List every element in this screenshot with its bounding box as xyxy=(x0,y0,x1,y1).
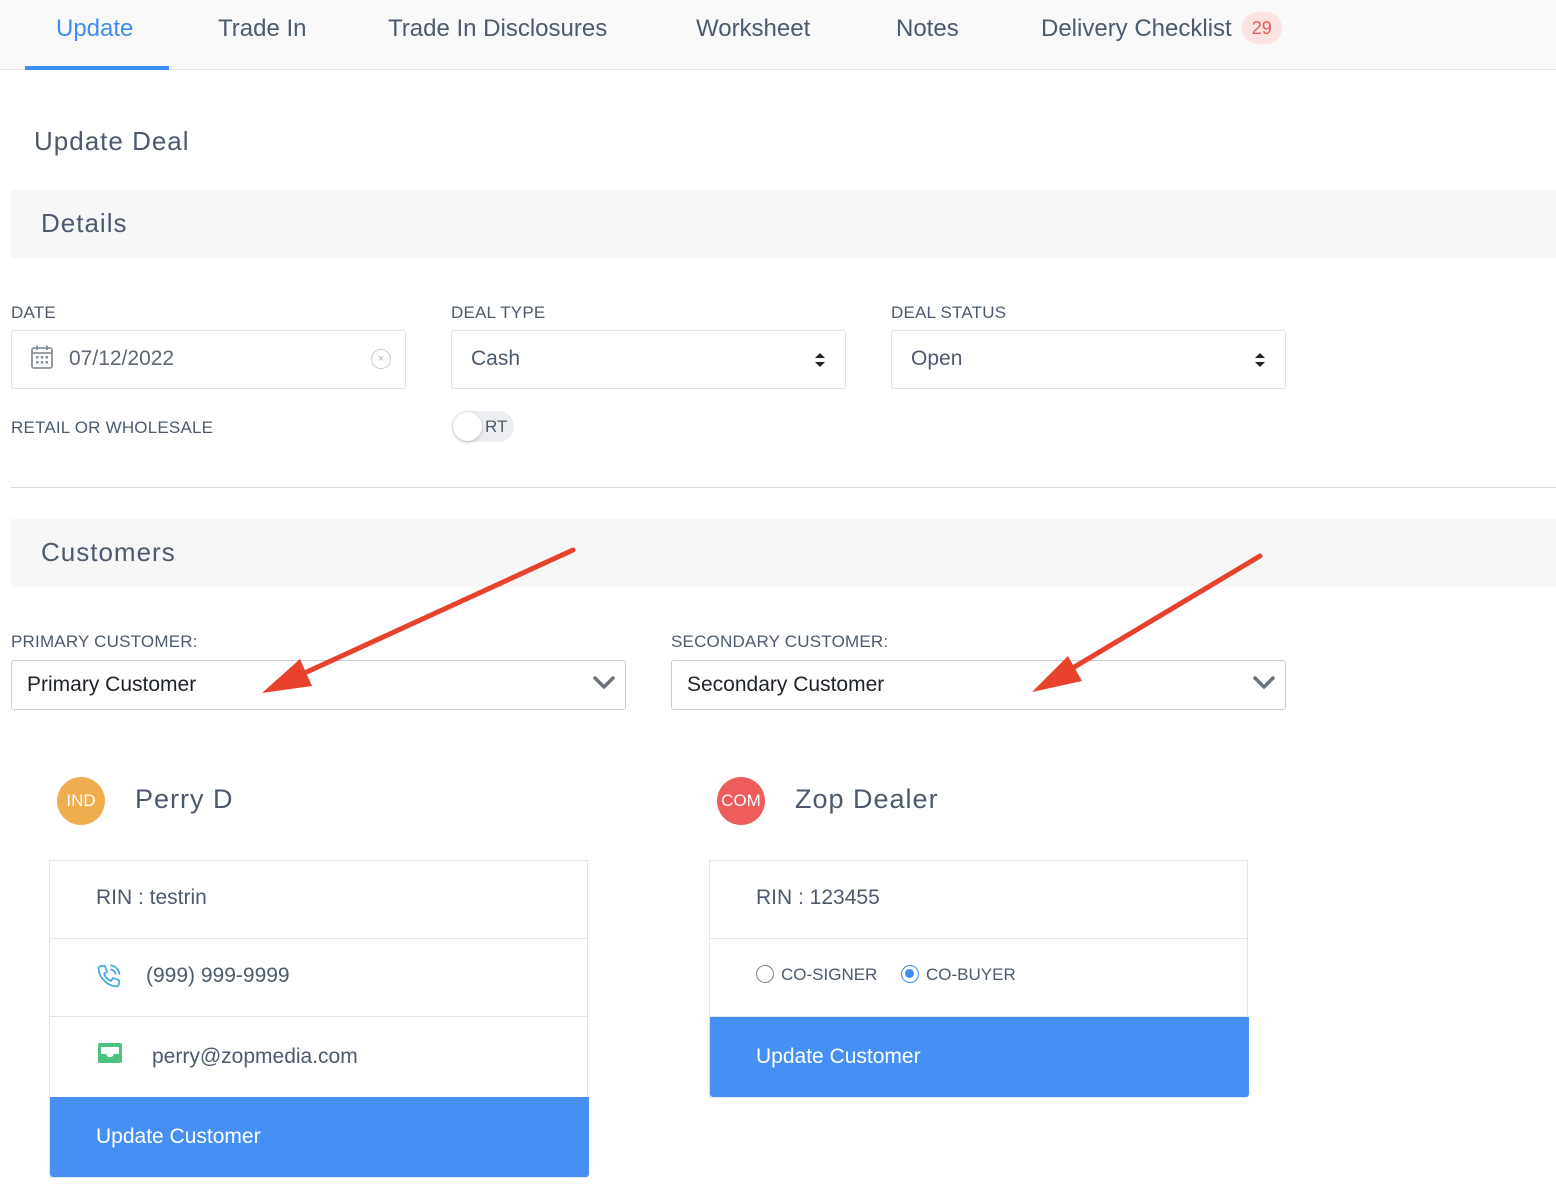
secondary-customer-value: Secondary Customer xyxy=(687,673,885,696)
section-divider xyxy=(11,487,1556,488)
date-value: 07/12/2022 xyxy=(69,347,175,370)
secondary-customer-name: Zop Dealer xyxy=(795,784,939,814)
secondary-customer-card: RIN : 123455 CO-SIGNER CO-BUYER Update C… xyxy=(709,860,1249,1098)
primary-customer-select[interactable]: Primary Customer xyxy=(11,660,626,710)
calendar-icon xyxy=(31,345,53,369)
rin-row: RIN : 123455 xyxy=(710,861,1247,939)
update-secondary-customer-button[interactable]: Update Customer xyxy=(710,1017,1249,1097)
role-row: CO-SIGNER CO-BUYER xyxy=(710,939,1247,1017)
rin-row: RIN : testrin xyxy=(50,861,587,939)
phone-value: (999) 999-9999 xyxy=(146,964,290,987)
cosigner-label: CO-SIGNER xyxy=(781,965,878,984)
radio-circle xyxy=(756,965,774,983)
rin-value: RIN : testrin xyxy=(96,886,207,909)
details-section-title: Details xyxy=(41,208,128,238)
deal-status-value: Open xyxy=(911,347,963,370)
phone-icon xyxy=(97,964,121,988)
tab-notes[interactable]: Notes xyxy=(896,0,959,70)
sort-arrows-icon xyxy=(815,353,825,367)
deal-type-select[interactable]: Cash xyxy=(451,330,846,389)
tab-delivery-checklist[interactable]: Delivery Checklist 29 xyxy=(1041,0,1282,70)
deal-type-value: Cash xyxy=(471,347,521,370)
customers-section-title: Customers xyxy=(41,537,176,567)
tab-delivery-checklist-label: Delivery Checklist xyxy=(1041,15,1232,42)
customers-section-header: Customers xyxy=(11,519,1556,587)
tab-trade-in-disclosures[interactable]: Trade In Disclosures xyxy=(388,0,607,70)
primary-customer-label: PRIMARY CUSTOMER: xyxy=(11,632,198,651)
count-badge: 29 xyxy=(1241,12,1282,44)
chevron-down-icon xyxy=(1253,676,1275,689)
clear-date-icon[interactable]: × xyxy=(371,349,391,369)
tab-update[interactable]: Update xyxy=(56,0,133,70)
email-value: perry@zopmedia.com xyxy=(152,1045,358,1068)
tab-trade-in[interactable]: Trade In xyxy=(218,0,307,70)
toggle-knob xyxy=(453,412,482,441)
tab-bar: Update Trade In Trade In Disclosures Wor… xyxy=(0,0,1556,70)
retail-wholesale-toggle[interactable]: RT xyxy=(452,411,514,442)
email-row: perry@zopmedia.com xyxy=(50,1017,587,1097)
avatar: IND xyxy=(57,777,105,825)
deal-type-label: DEAL TYPE xyxy=(451,303,546,322)
radio-circle-checked xyxy=(901,965,919,983)
cobuyer-label: CO-BUYER xyxy=(926,965,1016,984)
secondary-customer-select[interactable]: Secondary Customer xyxy=(671,660,1286,710)
date-field[interactable]: 07/12/2022 × xyxy=(11,330,406,389)
active-tab-indicator xyxy=(25,66,169,70)
retail-wholesale-label: RETAIL OR WHOLESALE xyxy=(11,418,214,437)
primary-customer-value: Primary Customer xyxy=(27,673,197,696)
inbox-icon xyxy=(98,1043,122,1063)
secondary-customer-label: SECONDARY CUSTOMER: xyxy=(671,632,889,651)
deal-status-label: DEAL STATUS xyxy=(891,303,1007,322)
chevron-down-icon xyxy=(593,676,615,689)
cobuyer-radio[interactable]: CO-BUYER xyxy=(901,965,1016,985)
deal-status-select[interactable]: Open xyxy=(891,330,1286,389)
page-title: Update Deal xyxy=(34,126,190,156)
primary-customer-name: Perry D xyxy=(135,784,234,814)
rin-value: RIN : 123455 xyxy=(756,886,880,909)
primary-customer-card: RIN : testrin (999) 999-9999 perry@zopme… xyxy=(49,860,589,1178)
details-section-header: Details xyxy=(11,190,1556,258)
phone-row: (999) 999-9999 xyxy=(50,939,587,1017)
tab-worksheet[interactable]: Worksheet xyxy=(696,0,810,70)
cosigner-radio[interactable]: CO-SIGNER xyxy=(756,965,877,985)
toggle-label: RT xyxy=(485,417,508,436)
avatar: COM xyxy=(717,777,765,825)
date-label: DATE xyxy=(11,303,56,322)
update-primary-customer-button[interactable]: Update Customer xyxy=(50,1097,589,1177)
sort-arrows-icon xyxy=(1255,353,1265,367)
